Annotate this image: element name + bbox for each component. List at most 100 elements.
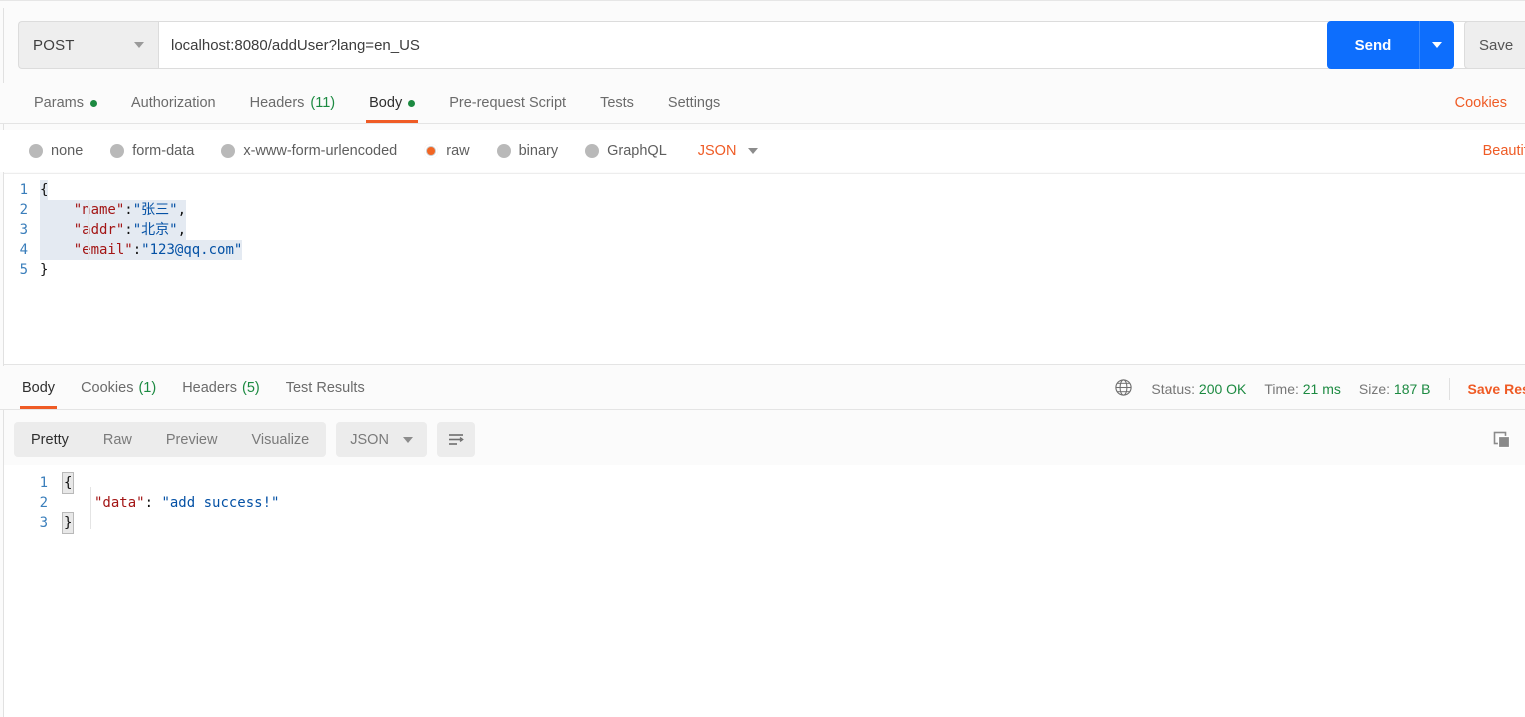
json-colon: : <box>124 222 133 238</box>
response-tab-test-results[interactable]: Test Results <box>273 366 378 409</box>
tab-body[interactable]: Body <box>352 83 432 123</box>
radio-icon <box>585 144 600 158</box>
view-mode-raw[interactable]: Raw <box>86 422 149 457</box>
line-content: "addr":"北京", <box>40 220 187 240</box>
radio-selected-icon <box>424 144 439 158</box>
json-colon: : <box>124 202 133 218</box>
line-content: "data": "add success!" <box>62 493 279 513</box>
status-dot-icon <box>408 99 416 107</box>
body-type-form-data[interactable]: form-data <box>110 143 194 159</box>
tab-label: Body <box>369 95 403 111</box>
json-value: "add success!" <box>161 495 280 511</box>
http-method-dropdown[interactable]: POST <box>18 21 158 69</box>
json-comma: , <box>177 202 187 218</box>
tab-count: (5) <box>242 379 260 396</box>
time-field: Time: 21 ms <box>1264 381 1341 397</box>
url-input[interactable]: localhost:8080/addUser?lang=en_US <box>158 21 1510 69</box>
tab-label: Test Results <box>285 379 365 396</box>
raw-format-dropdown[interactable]: JSON <box>698 143 759 159</box>
status-value: 200 OK <box>1198 381 1247 397</box>
tab-label: Authorization <box>130 95 216 111</box>
tab-label: Headers <box>182 379 237 396</box>
time-value: 21 ms <box>1302 381 1341 397</box>
tab-settings[interactable]: Settings <box>651 83 737 123</box>
line-content: "email":"123@qq.com" <box>40 240 243 260</box>
raw-format-label: JSON <box>697 143 737 159</box>
chevron-down-icon <box>748 148 759 154</box>
code-line: 1 { <box>4 472 1525 494</box>
time-label: Time: <box>1264 381 1299 397</box>
tab-pre-request-script[interactable]: Pre-request Script <box>432 83 583 123</box>
response-tab-headers[interactable]: Headers (5) <box>169 366 273 409</box>
cookies-link[interactable]: Cookies <box>1455 95 1507 111</box>
chevron-down-icon <box>402 436 413 443</box>
indent-guide <box>90 487 91 529</box>
response-view-toolbar: Pretty Raw Preview Visualize JSON <box>14 422 475 457</box>
divider <box>1448 378 1450 400</box>
send-options-button[interactable] <box>1419 21 1454 69</box>
body-type-none[interactable]: none <box>29 143 83 159</box>
radio-icon <box>496 144 511 158</box>
tab-label: Pre-request Script <box>449 95 567 111</box>
request-body-editor[interactable]: 1 { 2 "name":"张三", 3 "addr":"北京", 4 "ema… <box>4 173 1525 365</box>
tab-headers[interactable]: Headers (11) <box>233 83 353 123</box>
json-key: "email" <box>73 242 133 258</box>
save-response-link[interactable]: Save Response <box>1468 381 1525 397</box>
json-value: "张三" <box>132 202 178 218</box>
body-type-urlencoded[interactable]: x-www-form-urlencoded <box>221 143 397 159</box>
word-wrap-button[interactable] <box>436 422 475 457</box>
response-view-mode-group: Pretty Raw Preview Visualize <box>14 422 327 457</box>
tab-tests[interactable]: Tests <box>583 83 651 123</box>
line-number: 4 <box>19 242 28 258</box>
send-button[interactable]: Send <box>1327 21 1419 69</box>
response-body-editor[interactable]: 1 { 2 "data": "add success!" 3 } <box>4 465 1525 717</box>
code-line: 2 "name":"张三", <box>4 200 1525 220</box>
view-mode-visualize[interactable]: Visualize <box>234 422 326 457</box>
save-button[interactable]: Save <box>1464 21 1525 69</box>
line-number: 1 <box>19 182 28 198</box>
json-comma: , <box>177 222 187 238</box>
send-button-group: Send <box>1327 21 1454 69</box>
body-type-label: none <box>51 143 84 159</box>
line-number: 2 <box>19 202 28 218</box>
json-key: "name" <box>73 202 125 218</box>
globe-icon[interactable] <box>1114 378 1133 400</box>
response-tab-body[interactable]: Body <box>9 366 68 409</box>
status-label: Status: <box>1151 381 1196 397</box>
response-tab-cookies[interactable]: Cookies (1) <box>68 366 169 409</box>
json-value: "北京" <box>132 222 178 238</box>
tab-params[interactable]: Params <box>17 83 114 123</box>
tab-label: Body <box>22 379 56 396</box>
code-line: 1 { <box>4 180 1525 200</box>
json-colon: : <box>144 495 162 511</box>
beautify-link[interactable]: Beautify <box>1483 143 1525 159</box>
view-mode-pretty[interactable]: Pretty <box>14 422 86 457</box>
body-type-label: raw <box>446 143 470 159</box>
body-type-binary[interactable]: binary <box>496 143 558 159</box>
postman-request-response-view: POST localhost:8080/addUser?lang=en_US S… <box>0 0 1525 717</box>
tab-label: Settings <box>667 95 721 111</box>
copy-response-button[interactable] <box>1487 425 1517 455</box>
body-type-raw[interactable]: raw <box>424 143 470 159</box>
body-type-graphql[interactable]: GraphQL <box>585 143 667 159</box>
tab-authorization[interactable]: Authorization <box>114 83 233 123</box>
response-code-block: 1 { 2 "data": "add success!" 3 } <box>4 465 1525 534</box>
code-line: 3 } <box>4 512 1525 534</box>
tab-label: Cookies <box>81 379 134 396</box>
tab-count: (11) <box>310 95 336 111</box>
size-value: 187 B <box>1393 381 1431 397</box>
body-type-label: x-www-form-urlencoded <box>243 143 398 159</box>
request-code-block: 1 { 2 "name":"张三", 3 "addr":"北京", 4 "ema… <box>4 174 1525 280</box>
radio-icon <box>29 144 43 158</box>
body-type-row: none form-data x-www-form-urlencoded raw… <box>0 130 1525 172</box>
line-content: } <box>62 512 75 534</box>
radio-icon <box>110 144 125 158</box>
json-value: "123@qq.com" <box>141 242 243 258</box>
response-format-dropdown[interactable]: JSON <box>336 422 427 457</box>
size-field: Size: 187 B <box>1359 381 1431 397</box>
view-mode-preview[interactable]: Preview <box>149 422 235 457</box>
line-content: } <box>40 262 49 278</box>
status-code-field: Status: 200 OK <box>1151 381 1246 397</box>
